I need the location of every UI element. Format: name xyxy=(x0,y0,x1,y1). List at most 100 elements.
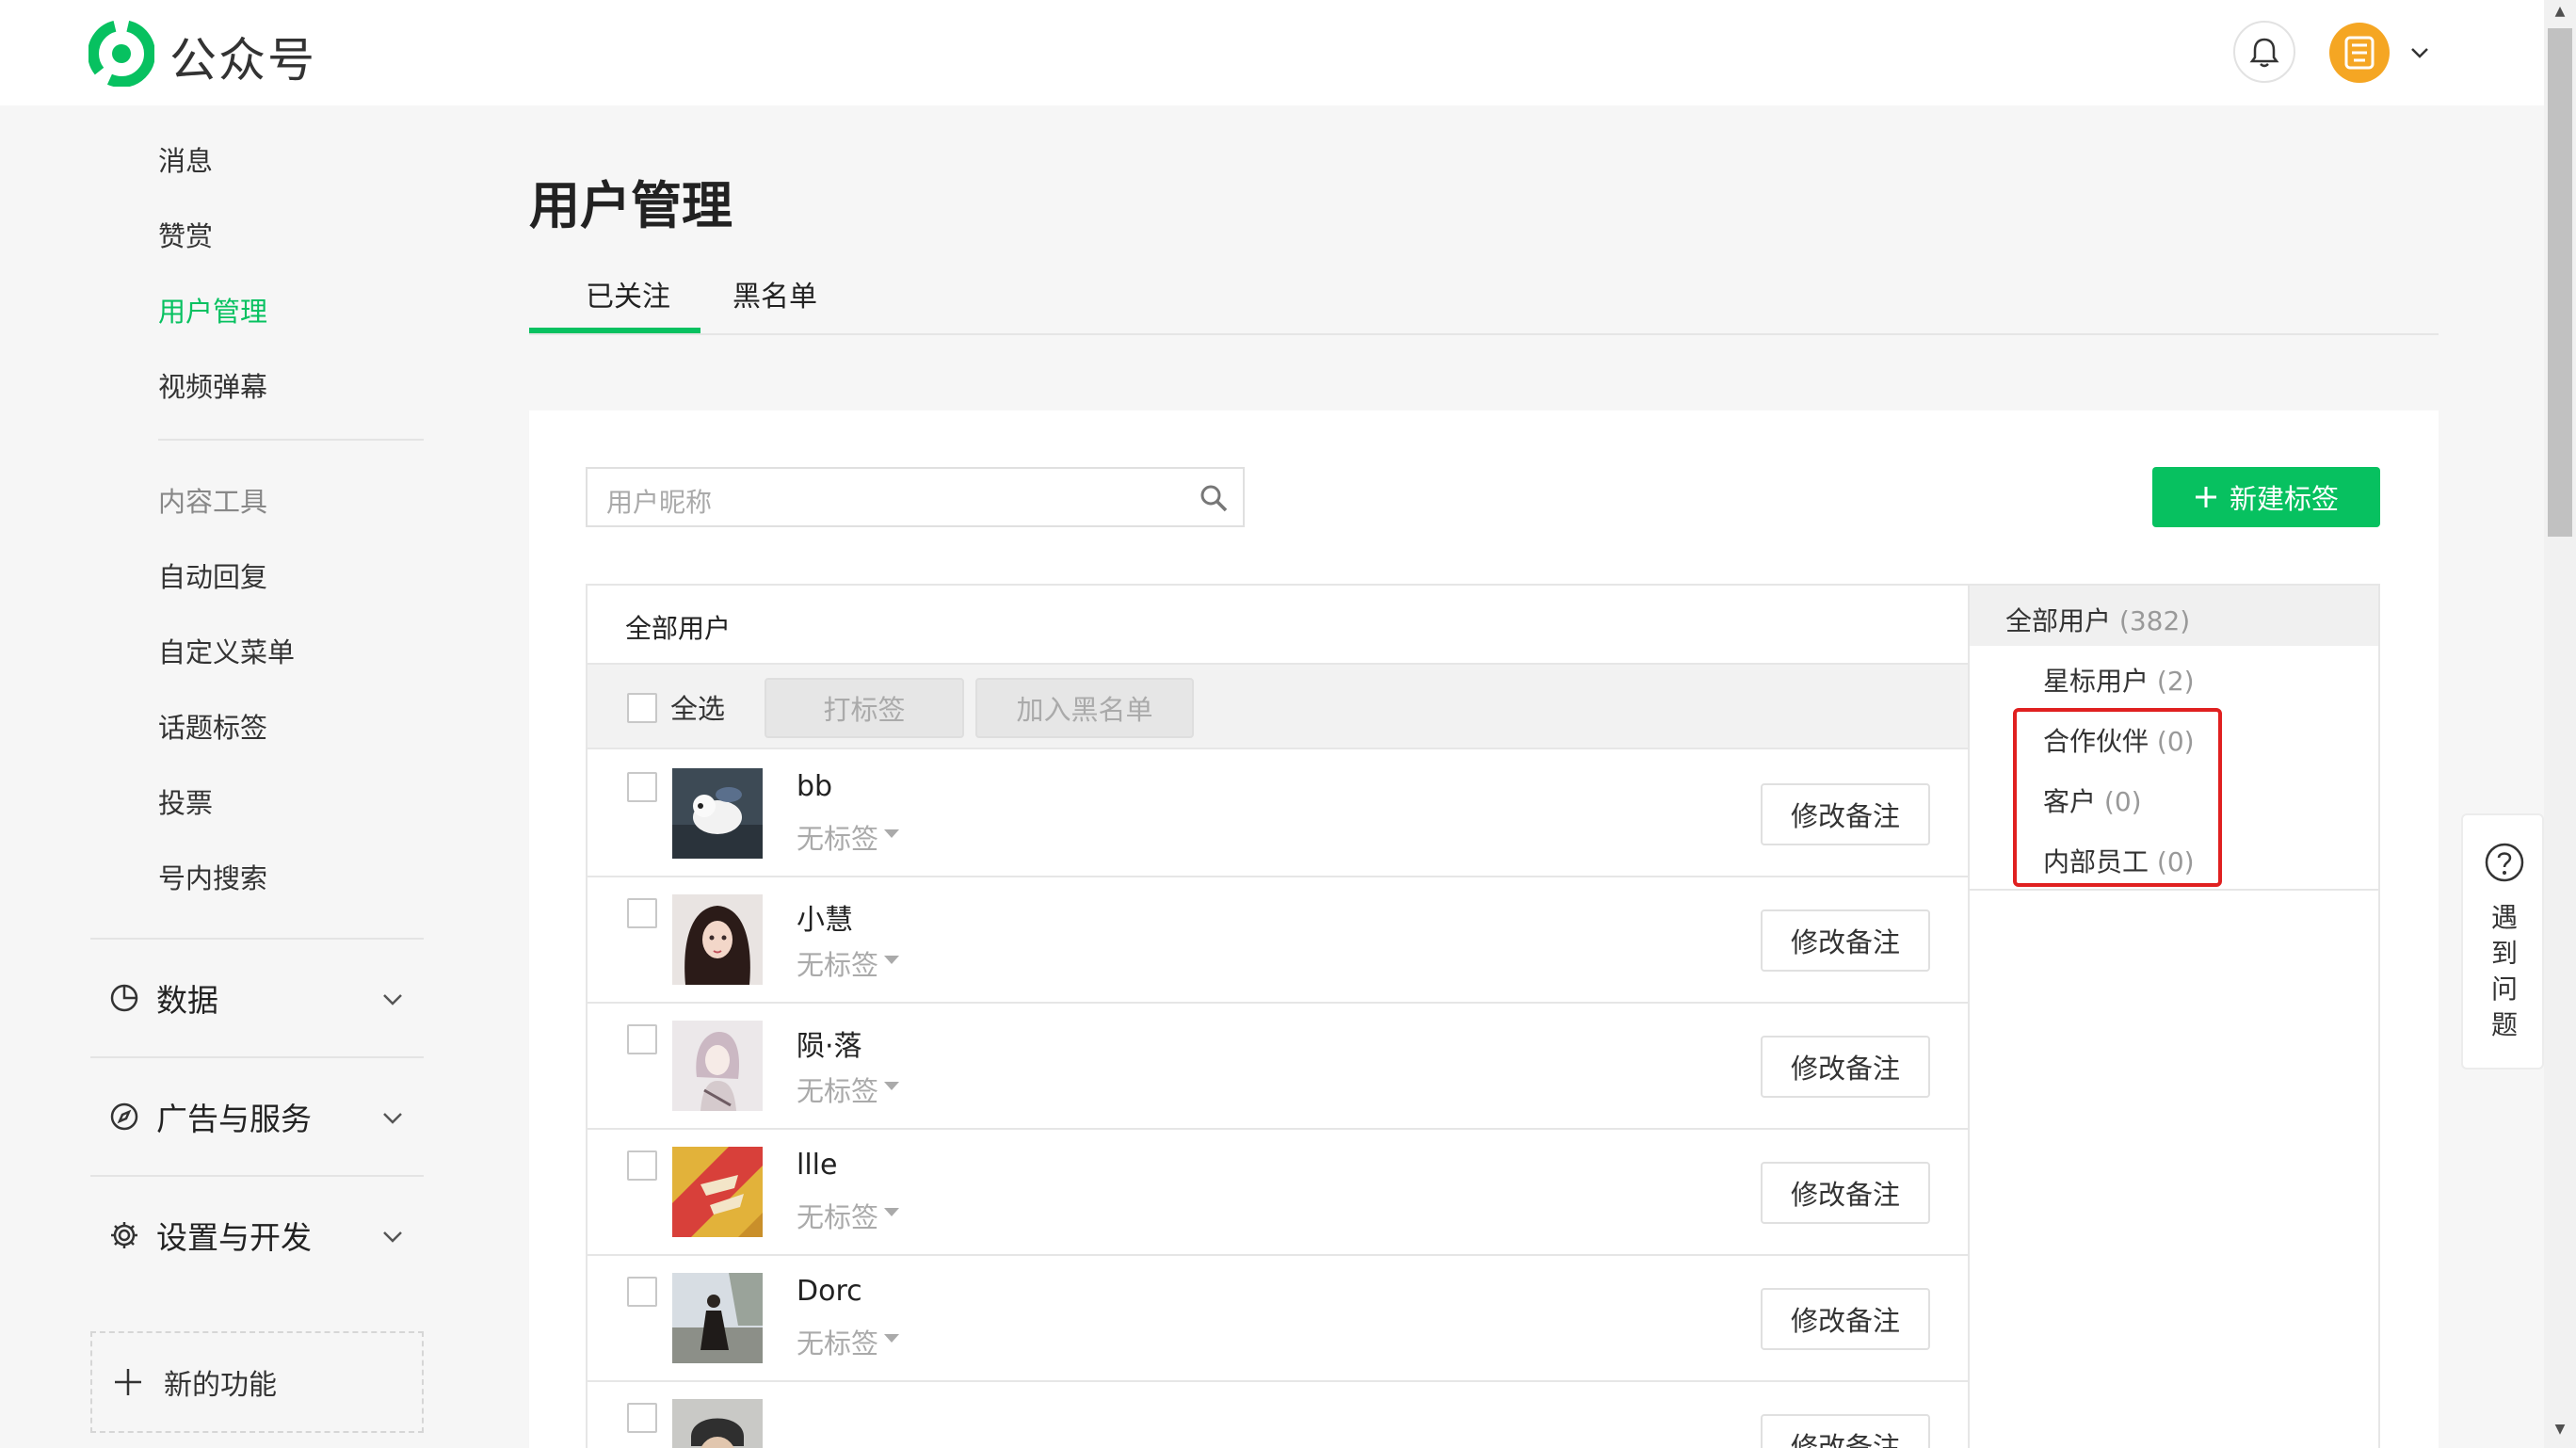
sidebar-divider xyxy=(90,1056,424,1058)
tab-blacklist[interactable]: 黑名单 xyxy=(733,273,817,314)
new-tag-label: 新建标签 xyxy=(2229,483,2339,515)
user-nickname[interactable]: llle xyxy=(797,1149,837,1182)
user-tag[interactable]: 无标签 xyxy=(797,1322,878,1361)
tag-all-users[interactable]: 全部用户 (382) xyxy=(1970,586,2378,646)
sidebar-section-label: 设置与开发 xyxy=(156,1219,312,1256)
caret-down-icon[interactable] xyxy=(883,829,900,840)
search-icon[interactable] xyxy=(1198,482,1230,514)
user-tag[interactable]: 无标签 xyxy=(797,1196,878,1235)
tag-panel-divider xyxy=(1970,889,2378,891)
user-avatar[interactable] xyxy=(672,1399,763,1448)
new-tag-button[interactable]: 新建标签 xyxy=(2152,467,2380,527)
search-placeholder: 用户昵称 xyxy=(606,487,713,518)
tag-count: (2) xyxy=(2156,666,2195,697)
page-scrollbar[interactable]: ▲ ▼ xyxy=(2544,0,2576,1448)
sidebar-item-custom-menu[interactable]: 自定义菜单 xyxy=(158,631,295,670)
sidebar-item-auto-reply[interactable]: 自动回复 xyxy=(158,555,267,595)
list-toolbar: 全选 打标签 加入黑名单 xyxy=(588,665,1968,749)
row-checkbox[interactable] xyxy=(627,898,657,928)
edit-remark-button[interactable]: 修改备注 xyxy=(1761,1036,1930,1098)
user-avatar[interactable] xyxy=(672,1021,763,1111)
annotation-highlight-box xyxy=(2013,708,2222,887)
scroll-up-arrow-icon[interactable]: ▲ xyxy=(2544,4,2576,26)
chevron-down-icon xyxy=(383,994,402,1006)
wechat-logo-icon[interactable] xyxy=(89,21,154,87)
table-row: 修改备注 xyxy=(588,1382,1968,1448)
user-avatar[interactable] xyxy=(672,1273,763,1363)
sidebar-section-data[interactable]: 数据 xyxy=(90,960,424,1036)
help-widget[interactable]: 遇到问题 xyxy=(2461,813,2544,1070)
select-all-checkbox[interactable] xyxy=(627,693,657,723)
user-tag[interactable]: 无标签 xyxy=(797,1070,878,1109)
table-row: 小慧 无标签 修改备注 xyxy=(588,877,1968,1004)
caret-down-icon[interactable] xyxy=(883,1081,900,1092)
sidebar-item-user-management[interactable]: 用户管理 xyxy=(158,290,267,330)
sidebar-item-video-danmaku[interactable]: 视频弹幕 xyxy=(158,365,267,405)
active-tab-indicator xyxy=(529,328,700,333)
user-avatar[interactable] xyxy=(672,1147,763,1237)
tag-label: 星标用户 xyxy=(2043,666,2149,697)
edit-remark-button[interactable]: 修改备注 xyxy=(1761,1414,1930,1448)
tag-starred-users[interactable]: 星标用户 (2) xyxy=(2043,661,2195,699)
tag-count: (382) xyxy=(2118,605,2191,636)
list-header: 全部用户 xyxy=(588,586,1968,665)
gear-icon xyxy=(111,1222,137,1248)
user-tag[interactable]: 无标签 xyxy=(797,943,878,983)
sidebar-item-rewards[interactable]: 赞赏 xyxy=(158,215,213,254)
user-nickname[interactable]: 陨·落 xyxy=(797,1022,862,1064)
sidebar-divider xyxy=(158,439,424,441)
caret-down-icon[interactable] xyxy=(883,955,900,966)
search-input[interactable]: 用户昵称 xyxy=(586,467,1245,527)
chevron-down-icon xyxy=(383,1231,402,1243)
add-to-blacklist-button[interactable]: 加入黑名单 xyxy=(975,678,1194,738)
user-list: 全部用户 全选 打标签 加入黑名单 bb 无标签 修改备注 小慧 无标签 修改备… xyxy=(586,584,1970,1448)
page-title: 用户管理 xyxy=(529,176,733,235)
bell-icon xyxy=(2249,38,2279,68)
table-row: 陨·落 无标签 修改备注 xyxy=(588,1004,1968,1130)
sidebar-section-label: 广告与服务 xyxy=(156,1101,312,1137)
new-feature-button[interactable]: 新的功能 xyxy=(90,1331,424,1433)
new-feature-label: 新的功能 xyxy=(164,1369,277,1402)
sidebar-item-messages[interactable]: 消息 xyxy=(158,139,213,179)
user-avatar[interactable] xyxy=(672,894,763,985)
sidebar-item-vote[interactable]: 投票 xyxy=(158,781,213,821)
edit-remark-button[interactable]: 修改备注 xyxy=(1761,783,1930,845)
user-avatar[interactable] xyxy=(672,768,763,859)
tab-following[interactable]: 已关注 xyxy=(586,273,670,314)
caret-down-icon[interactable] xyxy=(883,1207,900,1218)
scroll-thumb[interactable] xyxy=(2548,28,2572,537)
user-nickname[interactable]: bb xyxy=(797,770,832,803)
sidebar-item-topic-tags[interactable]: 话题标签 xyxy=(158,706,267,746)
help-label: 遇到问题 xyxy=(2490,902,2518,1040)
row-checkbox[interactable] xyxy=(627,772,657,802)
table-row: llle 无标签 修改备注 xyxy=(588,1130,1968,1256)
account-avatar[interactable] xyxy=(2329,23,2390,83)
tag-users-button[interactable]: 打标签 xyxy=(765,678,964,738)
plus-icon xyxy=(2195,487,2216,507)
sidebar-group-title: 内容工具 xyxy=(158,486,268,518)
row-checkbox[interactable] xyxy=(627,1277,657,1307)
row-checkbox[interactable] xyxy=(627,1024,657,1054)
scroll-down-arrow-icon[interactable]: ▼ xyxy=(2544,1422,2576,1444)
sidebar-section-ads-services[interactable]: 广告与服务 xyxy=(90,1079,424,1154)
edit-remark-button[interactable]: 修改备注 xyxy=(1761,909,1930,972)
notification-bell-button[interactable] xyxy=(2233,21,2295,83)
user-nickname[interactable]: 小慧 xyxy=(797,896,853,938)
chevron-down-icon[interactable] xyxy=(2408,41,2431,64)
tabs-divider xyxy=(529,333,2439,335)
row-checkbox[interactable] xyxy=(627,1403,657,1433)
user-nickname[interactable]: Dorc xyxy=(797,1275,862,1308)
caret-down-icon[interactable] xyxy=(883,1333,900,1344)
pie-chart-icon xyxy=(110,984,138,1012)
sidebar-section-settings-dev[interactable]: 设置与开发 xyxy=(90,1198,424,1273)
avatar-face-icon xyxy=(2344,36,2375,70)
edit-remark-button[interactable]: 修改备注 xyxy=(1761,1288,1930,1350)
plus-icon xyxy=(115,1369,141,1395)
edit-remark-button[interactable]: 修改备注 xyxy=(1761,1162,1930,1224)
sidebar-item-in-account-search[interactable]: 号内搜索 xyxy=(158,857,267,896)
list-header-title: 全部用户 xyxy=(625,613,732,644)
row-checkbox[interactable] xyxy=(627,1150,657,1181)
select-all-label[interactable]: 全选 xyxy=(670,687,725,727)
user-tag[interactable]: 无标签 xyxy=(797,817,878,857)
table-row: bb 无标签 修改备注 xyxy=(588,751,1968,877)
